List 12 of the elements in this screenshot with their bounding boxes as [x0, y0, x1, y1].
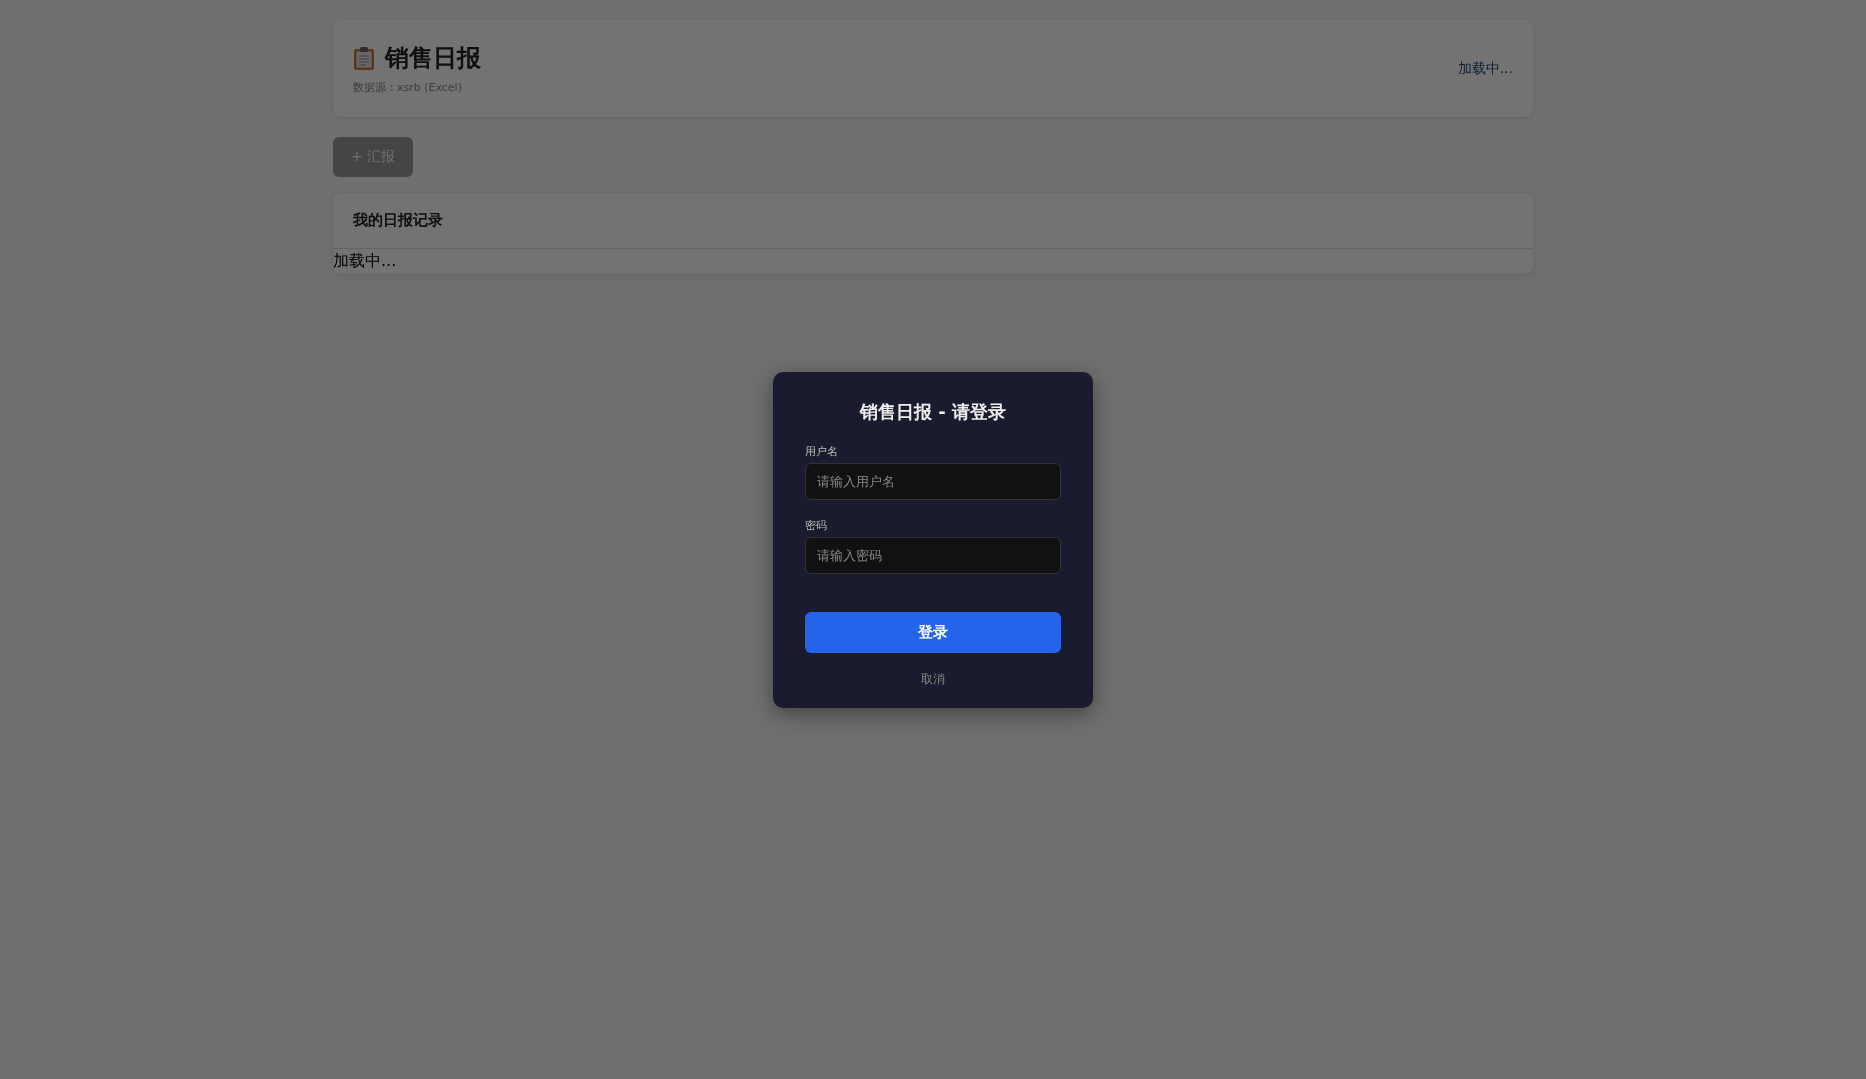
page-title: 销售日报 [385, 43, 481, 74]
input-field[interactable]: 请输入密码 [805, 537, 1061, 574]
login-button[interactable]: 登录 [805, 612, 1061, 653]
loading-status: 加载中... [1457, 59, 1513, 78]
records-title: 我的日报记录 [353, 211, 443, 229]
loading-status: 加载中... [333, 250, 398, 272]
field-label: 用户名 [805, 444, 838, 459]
input-field[interactable]: 请输入用户名 [805, 463, 1061, 500]
clipboard-icon [353, 46, 375, 70]
dialog-title: 销售日报 - 请登录 [858, 400, 1007, 424]
field-label: 密码 [805, 518, 827, 533]
cancel-button[interactable]: 取消 [921, 671, 945, 688]
